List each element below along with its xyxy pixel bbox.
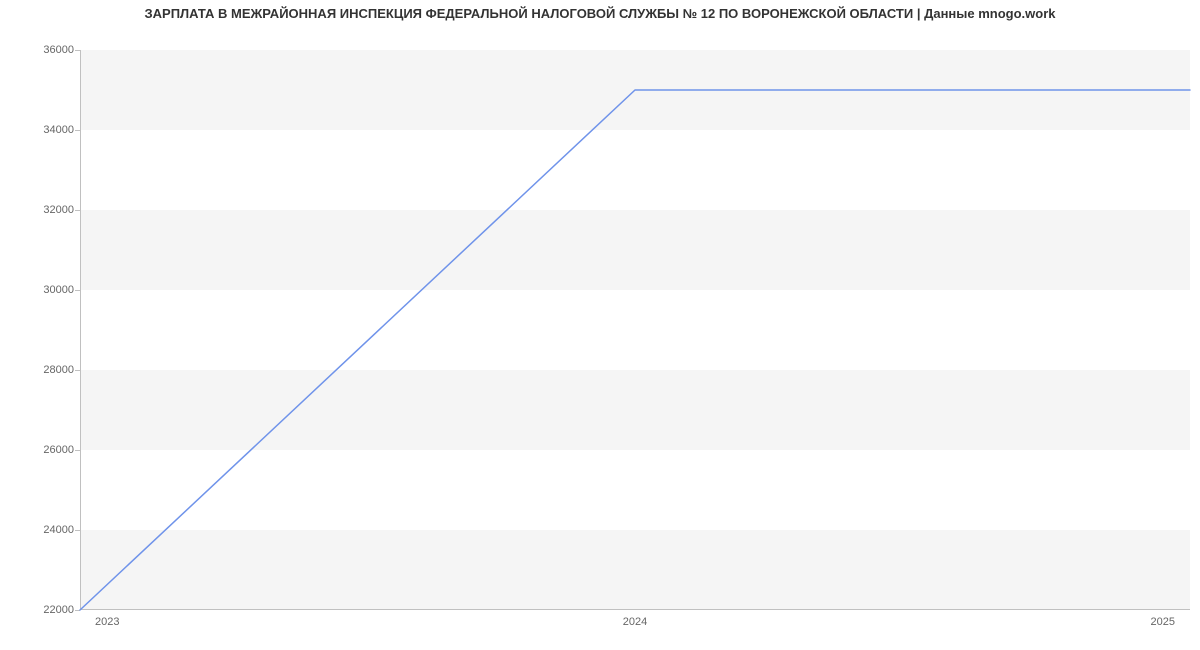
y-tick-label: 26000: [43, 444, 74, 456]
y-tick-label: 30000: [43, 284, 74, 296]
x-tick-label: 2023: [95, 616, 119, 628]
y-tick-label: 22000: [43, 604, 74, 616]
y-tick-label: 24000: [43, 524, 74, 536]
y-tick-label: 34000: [43, 124, 74, 136]
y-tick-label: 36000: [43, 44, 74, 56]
line-series: [80, 50, 1190, 610]
x-tick-label: 2024: [623, 616, 647, 628]
plot-area: [80, 50, 1190, 610]
chart-title: ЗАРПЛАТА В МЕЖРАЙОННАЯ ИНСПЕКЦИЯ ФЕДЕРАЛ…: [0, 6, 1200, 21]
y-tick-mark: [75, 610, 80, 611]
y-tick-label: 28000: [43, 364, 74, 376]
x-tick-label: 2025: [1151, 616, 1175, 628]
chart-container: ЗАРПЛАТА В МЕЖРАЙОННАЯ ИНСПЕКЦИЯ ФЕДЕРАЛ…: [0, 0, 1200, 650]
y-tick-label: 32000: [43, 204, 74, 216]
